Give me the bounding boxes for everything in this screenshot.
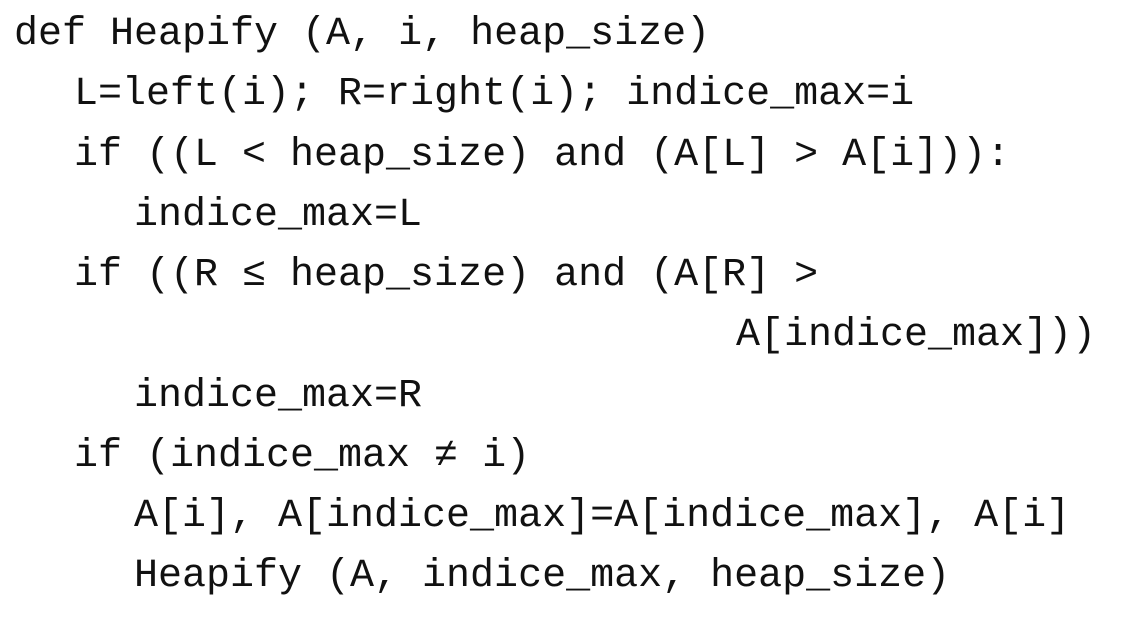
code-line-init: L=left(i); R=right(i); indice_max=i: [74, 72, 915, 117]
code-line-assign-right: indice_max=R: [134, 374, 423, 419]
code-line-def: def Heapify (A, i, heap_size): [14, 12, 711, 57]
code-line-recurse: Heapify (A, indice_max, heap_size): [134, 554, 951, 599]
code-line-if-swap: if (indice_max ≠ i): [74, 434, 531, 479]
code-line-assign-left: indice_max=L: [134, 193, 423, 238]
code-line-if-right: if ((R ≤ heap_size) and (A[R] >: [74, 253, 819, 298]
code-line-if-right-cont: A[indice_max])): [736, 313, 1097, 358]
code-line-if-left: if ((L < heap_size) and (A[L] > A[i])):: [74, 133, 1011, 178]
code-block: def Heapify (A, i, heap_size) L=left(i);…: [0, 0, 1123, 620]
code-line-swap: A[i], A[indice_max]=A[indice_max], A[i]: [134, 494, 1071, 539]
